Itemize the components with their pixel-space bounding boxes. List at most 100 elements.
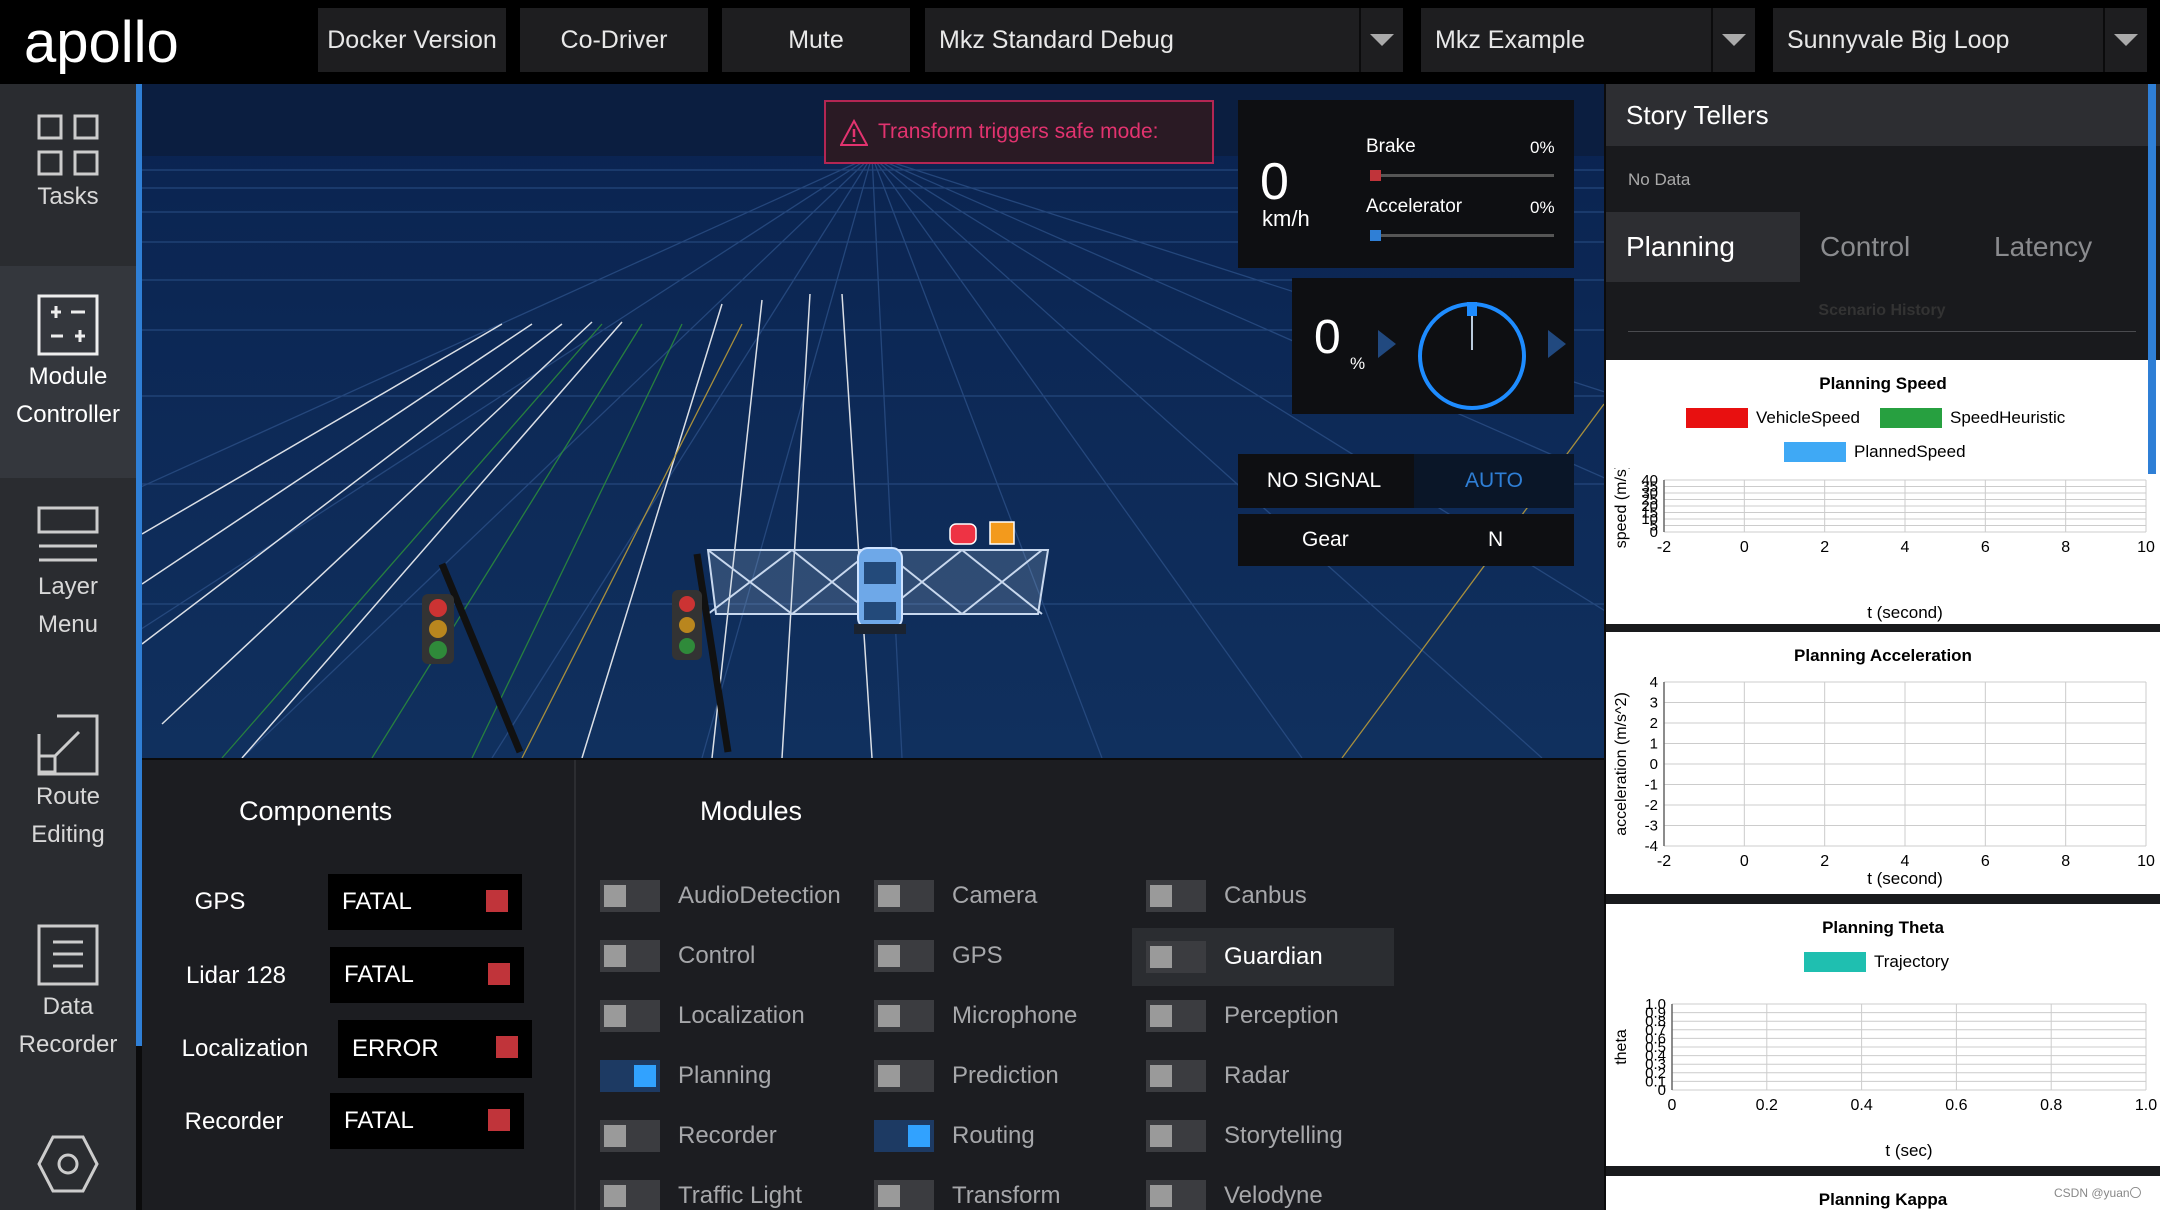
toggle-switch[interactable] [874, 1000, 934, 1032]
chevron-down-icon[interactable] [1359, 8, 1403, 72]
mute-button[interactable]: Mute [722, 8, 910, 72]
speed-value: 0 [1260, 153, 1289, 211]
component-status: FATAL [328, 874, 522, 930]
module-toggle-storytelling[interactable]: Storytelling [1132, 1111, 1343, 1161]
legend-item: VehicleSpeed [1686, 408, 1860, 428]
legend-swatch [1880, 408, 1942, 428]
chevron-down-icon[interactable] [2103, 8, 2147, 72]
nav-layer-menu-label: Layer Menu [37, 573, 99, 638]
module-name: Perception [1224, 1002, 1339, 1029]
module-name: Canbus [1224, 882, 1307, 909]
speed-plot: -2 0 2 4 6 8 100510152025303540t (second)speed… [1613, 468, 2155, 622]
chevron-down-icon[interactable] [1711, 8, 1755, 72]
tab-planning[interactable]: Planning [1606, 212, 1800, 282]
x-tick-label: 0.4 [1850, 1097, 1872, 1114]
module-toggle-traffic-light[interactable]: Traffic Light [586, 1171, 802, 1210]
nav-tasks[interactable]: Tasks [0, 114, 136, 264]
nav-settings[interactable] [0, 1134, 136, 1210]
module-toggle-planning[interactable]: Planning [586, 1051, 771, 1101]
tab-latency-label: Latency [1994, 231, 2093, 262]
document-icon [37, 924, 99, 986]
sliders-icon [37, 294, 99, 356]
toggle-switch[interactable] [600, 1060, 660, 1092]
gear-panel: Gear N [1238, 514, 1574, 566]
map-select[interactable]: Sunnyvale Big Loop [1773, 8, 2147, 72]
vehicle-select[interactable]: Mkz Example [1421, 8, 1755, 72]
module-name: Prediction [952, 1062, 1059, 1089]
steering-wheel-icon [1378, 302, 1566, 410]
nav-layer-menu[interactable]: Layer Menu [0, 504, 136, 704]
legend-label: Trajectory [1874, 952, 1949, 971]
co-driver-label: Co-Driver [560, 25, 668, 54]
nav-data-recorder[interactable]: Data Recorder [0, 924, 136, 1124]
module-toggle-perception[interactable]: Perception [1132, 991, 1339, 1041]
component-name: GPS [194, 888, 246, 915]
toggle-switch[interactable] [874, 880, 934, 912]
module-toggle-velodyne[interactable]: Velodyne [1132, 1171, 1323, 1210]
toggle-switch[interactable] [600, 940, 660, 972]
right-panel-scrollbar[interactable] [2148, 84, 2156, 474]
toggle-switch[interactable] [1146, 941, 1206, 973]
side-nav: Tasks Module Controller Layer Menu Route… [0, 84, 136, 1210]
mode-select[interactable]: Mkz Standard Debug [925, 8, 1403, 72]
legend-item: SpeedHeuristic [1880, 408, 2065, 428]
x-tick-label: 0 [1740, 853, 1749, 870]
toggle-switch[interactable] [1146, 1180, 1206, 1210]
co-driver-button[interactable]: Co-Driver [520, 8, 708, 72]
toggle-switch[interactable] [1146, 1000, 1206, 1032]
module-toggle-recorder[interactable]: Recorder [586, 1111, 777, 1161]
toggle-switch[interactable] [600, 1180, 660, 1210]
modules-title: Modules [700, 796, 803, 826]
component-status-text: ERROR [352, 1035, 439, 1062]
hexagon-icon [37, 1135, 99, 1193]
toggle-switch[interactable] [600, 1000, 660, 1032]
speed-unit: km/h [1262, 206, 1310, 231]
module-toggle-audiodetection[interactable]: AudioDetection [586, 871, 841, 921]
module-toggle-radar[interactable]: Radar [1132, 1051, 1289, 1101]
module-toggle-prediction[interactable]: Prediction [860, 1051, 1059, 1101]
status-indicator [486, 890, 508, 912]
module-toggle-guardian[interactable]: Guardian [1132, 928, 1394, 986]
watermark-text: CSDN @yuan〇 [2054, 1186, 2142, 1200]
toggle-switch[interactable] [1146, 880, 1206, 912]
component-name: Localization [181, 1035, 309, 1062]
module-name: Planning [678, 1062, 772, 1089]
toggle-switch[interactable] [1146, 1060, 1206, 1092]
scenario-history-label: Scenario History [1818, 302, 1946, 319]
toggle-switch[interactable] [874, 1120, 934, 1152]
accelerator-bar-fill [1370, 230, 1381, 241]
module-toggle-canbus[interactable]: Canbus [1132, 871, 1307, 921]
toggle-switch[interactable] [600, 1120, 660, 1152]
tab-control[interactable]: Control [1820, 212, 1970, 282]
story-tellers-header: Story Tellers [1606, 84, 2160, 146]
module-toggle-microphone[interactable]: Microphone [860, 991, 1077, 1041]
toggle-switch[interactable] [874, 940, 934, 972]
module-name: GPS [952, 942, 1003, 969]
component-status: FATAL [330, 947, 524, 1003]
module-toggle-transform[interactable]: Transform [860, 1171, 1060, 1210]
module-name: Radar [1224, 1062, 1290, 1089]
toggle-switch[interactable] [1146, 1120, 1206, 1152]
tab-latency[interactable]: Latency [1994, 212, 2144, 282]
module-toggle-routing[interactable]: Routing [860, 1111, 1035, 1161]
nav-module-controller[interactable]: Module Controller [0, 266, 136, 478]
top-bar: apollo Docker Version Co-Driver Mute Mkz… [0, 0, 2160, 84]
right-panel: Story Tellers No Data Planning Control L… [1606, 84, 2160, 1210]
nav-route-editing[interactable]: Route Editing [0, 714, 136, 914]
module-toggle-camera[interactable]: Camera [860, 871, 1037, 921]
module-toggle-control[interactable]: Control [586, 931, 755, 981]
scene-view[interactable]: Transform triggers safe mode: 0 km/h Bra… [142, 84, 1604, 758]
x-tick-label: -2 [1657, 853, 1671, 870]
grid-icon [37, 114, 99, 176]
toggle-switch[interactable] [874, 1180, 934, 1210]
signal-panel: NO SIGNAL AUTO [1238, 454, 1574, 508]
module-toggle-localization[interactable]: Localization [586, 991, 805, 1041]
toggle-switch[interactable] [874, 1060, 934, 1092]
docker-version-button[interactable]: Docker Version [318, 8, 506, 72]
x-tick-label: 0 [1740, 539, 1749, 556]
steering-value: 0 [1314, 311, 1341, 364]
bottom-panel: Components GPS FATAL Lidar 128 FATAL Loc… [142, 760, 1604, 1210]
component-name: Recorder [184, 1108, 284, 1135]
toggle-switch[interactable] [600, 880, 660, 912]
module-toggle-gps[interactable]: GPS [860, 931, 1003, 981]
